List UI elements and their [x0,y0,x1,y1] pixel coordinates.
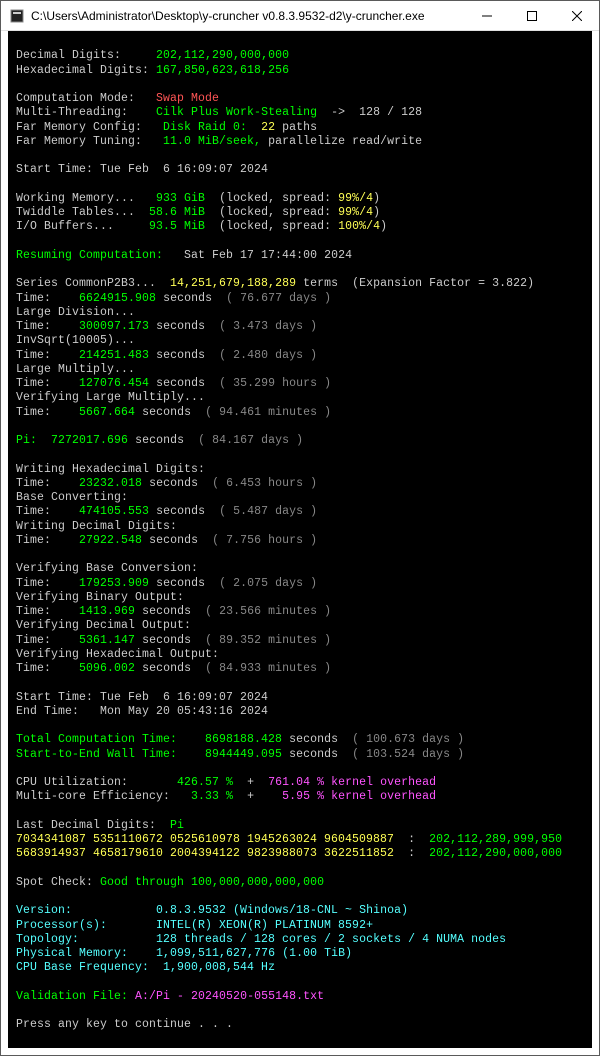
line: Large Division... [16,306,135,319]
line: Time: 179253.909 seconds ( 2.075 days ) [16,577,317,590]
line: Time: 6624915.908 seconds ( 76.677 days … [16,292,331,305]
line: Verifying Hexadecimal Output: [16,648,219,661]
line: Time: 1413.969 seconds ( 23.566 minutes … [16,605,331,618]
line: Decimal Digits: 202,112,290,000,000 [16,49,289,62]
line: CPU Utilization: 426.57 % + 761.04 % ker… [16,776,436,789]
line: Multi-Threading: Cilk Plus Work-Stealing… [16,106,422,119]
line: Writing Hexadecimal Digits: [16,463,205,476]
line: Hexadecimal Digits: 167,850,623,618,256 [16,64,289,77]
line: CPU Base Frequency: 1,900,008,544 Hz [16,961,275,974]
line: Verifying Binary Output: [16,591,184,604]
line: Processor(s): INTEL(R) XEON(R) PLATINUM … [16,919,373,932]
digits-row: 7034341087 5351110672 0525610978 1945263… [16,833,562,846]
line: Physical Memory: 1,099,511,627,776 (1.00… [16,947,352,960]
line: Base Converting: [16,491,128,504]
terminal-output: Decimal Digits: 202,112,290,000,000 Hexa… [8,31,592,1048]
line: Time: 214251.483 seconds ( 2.480 days ) [16,349,317,362]
line: Time: 27922.548 seconds ( 7.756 hours ) [16,534,317,547]
line: Multi-core Efficiency: 3.33 % + 5.95 % k… [16,790,436,803]
line: Topology: 128 threads / 128 cores / 2 so… [16,933,506,946]
line: Large Multiply... [16,363,135,376]
line: Far Memory Config: Disk Raid 0: 22 paths [16,121,317,134]
press-key-prompt[interactable]: Press any key to continue . . . [16,1018,233,1031]
line: Computation Mode: Swap Mode [16,92,219,105]
digits-row: 5683914937 4658179610 2004394122 9823988… [16,847,562,860]
line: Time: 23232.018 seconds ( 6.453 hours ) [16,477,317,490]
app-icon [9,8,25,24]
line: Time: 127076.454 seconds ( 35.299 hours … [16,377,331,390]
line: Time: 5361.147 seconds ( 89.352 minutes … [16,634,331,647]
line: Last Decimal Digits: Pi [16,819,184,832]
line: Time: 5096.002 seconds ( 84.933 minutes … [16,662,331,675]
line: Total Computation Time: 8698188.428 seco… [16,733,464,746]
line: Series CommonP2B3... 14,251,679,188,289 … [16,277,534,290]
line: Start Time: Tue Feb 6 16:09:07 2024 [16,691,268,704]
line: InvSqrt(10005)... [16,334,135,347]
line: Working Memory... 933 GiB (locked, sprea… [16,192,380,205]
window-title: C:\Users\Administrator\Desktop\y-crunche… [31,9,464,23]
line: Time: 474105.553 seconds ( 5.487 days ) [16,505,317,518]
close-button[interactable] [554,1,599,30]
line: Verifying Large Multiply... [16,391,205,404]
line: Time: 5667.664 seconds ( 94.461 minutes … [16,406,331,419]
titlebar[interactable]: C:\Users\Administrator\Desktop\y-crunche… [1,1,599,31]
line: Resuming Computation: Sat Feb 17 17:44:0… [16,249,352,262]
line: Pi: 7272017.696 seconds ( 84.167 days ) [16,434,303,447]
line: I/O Buffers... 93.5 MiB (locked, spread:… [16,220,387,233]
maximize-button[interactable] [509,1,554,30]
line: Version: 0.8.3.9532 (Windows/18-CNL ~ Sh… [16,904,408,917]
line: Far Memory Tuning: 11.0 MiB/seek, parall… [16,135,422,148]
minimize-button[interactable] [464,1,509,30]
line: Start Time: Tue Feb 6 16:09:07 2024 [16,163,268,176]
line: Writing Decimal Digits: [16,520,177,533]
line: Time: 300097.173 seconds ( 3.473 days ) [16,320,317,333]
app-window: C:\Users\Administrator\Desktop\y-crunche… [0,0,600,1056]
line: Verifying Decimal Output: [16,619,191,632]
line: Start-to-End Wall Time: 8944449.095 seco… [16,748,464,761]
line: Twiddle Tables... 58.6 MiB (locked, spre… [16,206,380,219]
line: End Time: Mon May 20 05:43:16 2024 [16,705,268,718]
line: Spot Check: Good through 100,000,000,000… [16,876,324,889]
window-controls [464,1,599,30]
line: Validation File: A:/Pi - 20240520-055148… [16,990,324,1003]
line: Verifying Base Conversion: [16,562,198,575]
